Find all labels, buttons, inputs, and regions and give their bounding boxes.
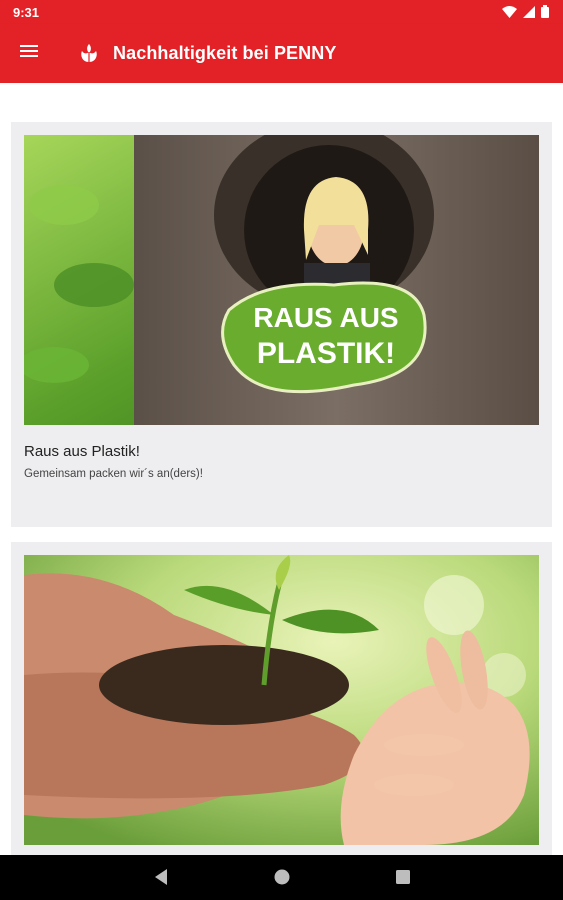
card-title: Raus aus Plastik! — [24, 443, 140, 460]
recents-icon[interactable] — [395, 868, 411, 886]
card-subtitle: Gemeinsam packen wir´s an(ders)! — [24, 468, 203, 480]
wifi-icon — [502, 5, 517, 18]
status-icons — [502, 5, 549, 18]
article-card[interactable] — [11, 542, 552, 855]
svg-text:RAUS AUS: RAUS AUS — [253, 302, 398, 333]
penny-leaf-logo-icon — [81, 44, 97, 62]
home-icon[interactable] — [273, 868, 291, 886]
article-image: RAUS AUS PLASTIK! — [24, 135, 539, 425]
content-list[interactable]: RAUS AUS PLASTIK! Raus aus Plastik! Geme… — [0, 83, 563, 855]
hamburger-menu-icon[interactable] — [20, 42, 44, 66]
back-icon[interactable] — [153, 868, 169, 886]
article-card[interactable]: RAUS AUS PLASTIK! Raus aus Plastik! Geme… — [11, 122, 552, 527]
system-nav-bar — [0, 855, 563, 900]
article-image — [24, 555, 539, 845]
status-time: 9:31 — [13, 5, 40, 20]
svg-text:PLASTIK!: PLASTIK! — [257, 337, 395, 370]
page-title: Nachhaltigkeit bei PENNY — [113, 43, 337, 63]
status-bar: 9:31 — [0, 0, 563, 24]
cellular-icon — [523, 5, 535, 18]
battery-icon — [541, 5, 549, 18]
app-bar: Nachhaltigkeit bei PENNY — [0, 24, 563, 83]
